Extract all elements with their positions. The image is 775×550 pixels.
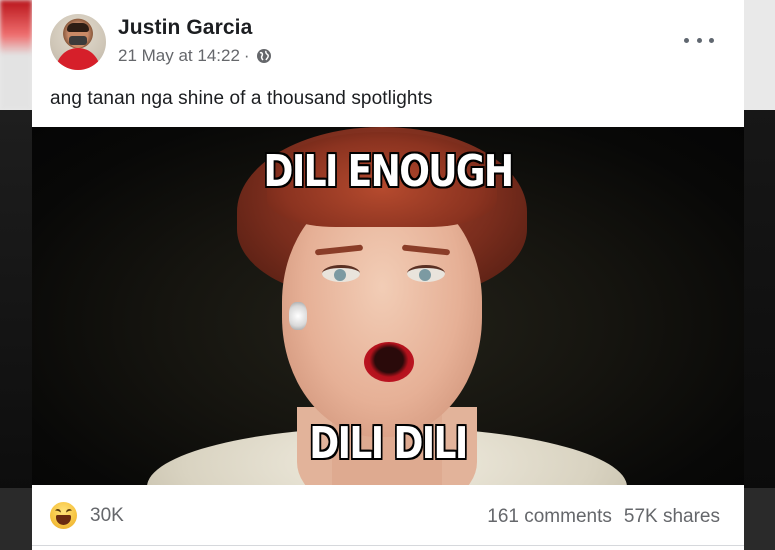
more-dot	[709, 37, 714, 43]
more-options-button[interactable]	[684, 30, 714, 50]
post-caption: ang tanan nga shine of a thousand spotli…	[50, 88, 433, 109]
avatar-shirt	[56, 48, 100, 70]
emoji-mouth	[56, 515, 71, 525]
portrait-mouth	[364, 342, 414, 382]
post-timestamp[interactable]: 21 May at 14:22	[118, 46, 240, 66]
shares-count[interactable]: 57K shares	[624, 506, 720, 528]
portrait-right-eye	[407, 265, 445, 282]
background-left-edge	[0, 0, 32, 110]
globe-icon	[256, 49, 271, 63]
portrait-left-eye	[322, 265, 360, 282]
portrait-earring	[289, 302, 307, 330]
more-dot	[684, 37, 689, 43]
author-name[interactable]: Justin Garcia	[118, 16, 252, 40]
avatar-hair	[67, 23, 89, 32]
engagement-bar: 30K 161 comments 57K shares	[32, 488, 744, 546]
haha-reaction-icon[interactable]	[50, 502, 77, 529]
avatar-mask	[69, 36, 87, 45]
engagement-stats: 161 comments 57K shares	[487, 506, 720, 528]
reaction-count[interactable]: 30K	[90, 505, 124, 527]
more-dot	[696, 37, 702, 43]
emoji-eye	[54, 508, 62, 515]
meme-top-text: DILI ENOUGH	[263, 146, 515, 197]
background-right-dark	[743, 110, 775, 490]
post-header: Justin Garcia 21 May at 14:22 ·	[32, 0, 744, 86]
background-left-dark	[0, 110, 32, 490]
meme-bottom-text: DILI DILI	[309, 418, 468, 469]
post-card: Justin Garcia 21 May at 14:22 · ang tana…	[32, 0, 744, 550]
post-meta: 21 May at 14:22 ·	[118, 46, 272, 66]
emoji-eye	[65, 508, 73, 515]
author-avatar[interactable]	[50, 14, 106, 70]
comments-count[interactable]: 161 comments	[487, 506, 612, 528]
meta-separator: ·	[243, 46, 250, 65]
